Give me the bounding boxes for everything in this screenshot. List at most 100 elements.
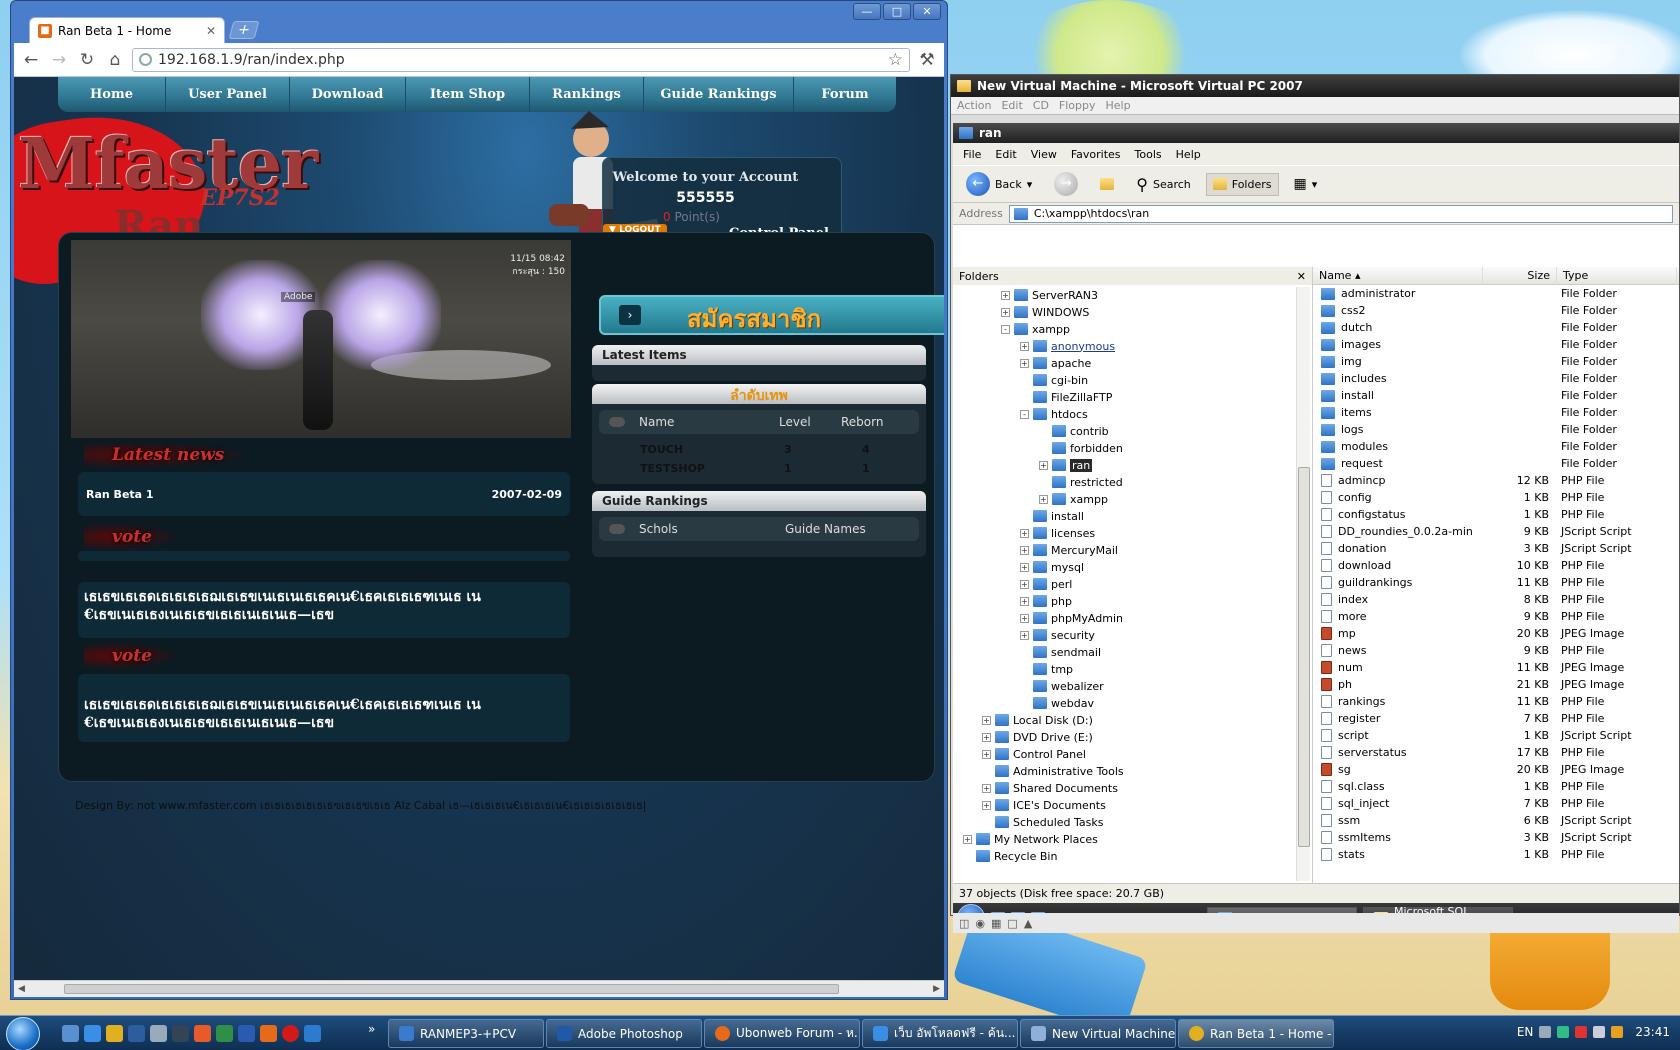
expand-icon[interactable]: + [1020, 528, 1029, 538]
file-row[interactable]: register 7 KB PHP File [1313, 710, 1679, 727]
task-ubonweb[interactable]: Ubonweb Forum - ห... [704, 1019, 860, 1048]
ie-icon[interactable] [84, 1025, 101, 1042]
expand-icon[interactable]: + [1039, 460, 1048, 470]
expand-icon[interactable]: + [982, 783, 991, 793]
folders-button[interactable]: Folders [1205, 172, 1279, 196]
office-icon[interactable] [194, 1025, 211, 1042]
file-row[interactable]: DD_roundies_0.0.2a-min 9 KB JScript Script [1313, 523, 1679, 540]
vpc-menu-edit[interactable]: Edit [1001, 99, 1022, 112]
tree-item[interactable]: + xampp [1039, 491, 1108, 507]
expand-icon[interactable]: + [1020, 579, 1029, 589]
forward-button[interactable]: → [1047, 167, 1085, 201]
tree-item[interactable]: + ServerRAN3 [1001, 287, 1098, 303]
expand-icon[interactable]: + [1020, 358, 1029, 368]
up-folder-button[interactable] [1093, 173, 1121, 195]
tree-item[interactable]: forbidden [1039, 440, 1123, 456]
nav-guide-rankings[interactable]: Guide Rankings [644, 77, 794, 112]
scroll-right-icon[interactable]: ▶ [933, 984, 940, 994]
expand-icon[interactable]: + [982, 732, 991, 742]
tree-item[interactable]: contrib [1039, 423, 1109, 439]
expand-icon[interactable]: + [1001, 290, 1010, 300]
back-button[interactable]: ← Back ▾ [959, 167, 1039, 201]
forward-arrow-icon[interactable]: → [48, 49, 70, 71]
nav-user-panel[interactable]: User Panel [166, 77, 290, 112]
tray-volume-icon[interactable] [1593, 1026, 1606, 1038]
vpc-cd-icon[interactable]: ◉ [975, 917, 985, 930]
task-ran-home[interactable]: Ran Beta 1 - Home - ... [1178, 1019, 1334, 1048]
explorer-menu-tools[interactable]: Tools [1135, 148, 1162, 161]
file-row[interactable]: logs File Folder [1313, 421, 1679, 438]
nav-forum[interactable]: Forum [794, 77, 896, 112]
file-row[interactable]: ssmItems 3 KB JScript Script [1313, 829, 1679, 846]
expand-icon[interactable]: + [982, 800, 991, 810]
file-row[interactable]: sql_inject 7 KB PHP File [1313, 795, 1679, 812]
reload-icon[interactable]: ↻ [76, 49, 98, 71]
tree-scrollbar-thumb[interactable] [1298, 467, 1310, 847]
tree-item[interactable]: webalizer [1020, 678, 1104, 694]
tree-item[interactable]: cgi-bin [1020, 372, 1088, 388]
expand-icon[interactable]: + [963, 834, 972, 844]
tree-item[interactable]: + MercuryMail [1020, 542, 1118, 558]
expand-icon[interactable]: + [1020, 613, 1029, 623]
vpc-network-icon[interactable]: ▲ [1024, 917, 1032, 930]
tree-item[interactable]: sendmail [1020, 644, 1101, 660]
tree-item[interactable]: + Shared Documents [982, 780, 1118, 796]
minimize-button[interactable]: — [853, 3, 881, 20]
task-ranmep3[interactable]: RANMEP3-+PCV [388, 1019, 544, 1048]
task-photoshop[interactable]: Adobe Photoshop [546, 1019, 702, 1048]
file-row[interactable]: mp 20 KB JPEG Image [1313, 625, 1679, 642]
chrome-icon[interactable] [106, 1025, 123, 1042]
expand-icon[interactable]: + [1020, 596, 1029, 606]
file-row[interactable]: rankings 11 KB PHP File [1313, 693, 1679, 710]
tree-item[interactable]: + apache [1020, 355, 1091, 371]
file-row[interactable]: index 8 KB PHP File [1313, 591, 1679, 608]
task-virtual-machine[interactable]: New Virtual Machine ... [1020, 1019, 1176, 1048]
close-button[interactable]: ✕ [913, 3, 941, 20]
file-row[interactable]: donation 3 KB JScript Script [1313, 540, 1679, 557]
news-title[interactable]: Ran Beta 1 [86, 488, 154, 501]
task-upload[interactable]: เว็บ อัพโหลดฟรี - ค้น... [862, 1019, 1018, 1048]
tree-item[interactable]: install [1020, 508, 1084, 524]
file-row[interactable]: install File Folder [1313, 387, 1679, 404]
news-item[interactable]: Ran Beta 1 2007-02-09 [78, 472, 570, 516]
tree-item[interactable]: + php [1020, 593, 1072, 609]
tree-item[interactable]: + perl [1020, 576, 1072, 592]
file-row[interactable]: download 10 KB PHP File [1313, 557, 1679, 574]
tree-item[interactable]: tmp [1020, 661, 1073, 677]
file-row[interactable]: request File Folder [1313, 455, 1679, 472]
expand-icon[interactable]: + [1039, 494, 1048, 504]
url-input[interactable] [158, 51, 882, 68]
file-row[interactable]: configstatus 1 KB PHP File [1313, 506, 1679, 523]
tree-item[interactable]: + security [1020, 627, 1095, 643]
start-orb-icon[interactable] [6, 1017, 40, 1050]
nav-download[interactable]: Download [290, 77, 406, 112]
col-type-header[interactable]: Type [1557, 267, 1677, 285]
more-icons-chevron-icon[interactable]: » [368, 1022, 375, 1036]
explorer-menu-help[interactable]: Help [1176, 148, 1201, 161]
language-indicator[interactable]: EN [1517, 1025, 1534, 1039]
nav-rankings[interactable]: Rankings [530, 77, 644, 112]
new-tab-button[interactable]: + [228, 21, 260, 39]
expand-icon[interactable]: + [1001, 307, 1010, 317]
nav-item-shop[interactable]: Item Shop [406, 77, 530, 112]
file-row[interactable]: stats 1 KB PHP File [1313, 846, 1679, 863]
horizontal-scrollbar[interactable]: ◀ ▶ [14, 980, 944, 997]
explorer-menu-view[interactable]: View [1031, 148, 1057, 161]
tree-item[interactable]: + ICE's Documents [982, 797, 1106, 813]
browser-tab[interactable]: ■ Ran Beta 1 - Home ✕ [29, 17, 225, 43]
col-size-header[interactable]: Size [1483, 267, 1557, 285]
explorer-menu-file[interactable]: File [963, 148, 981, 161]
tree-item[interactable]: Administrative Tools [982, 763, 1124, 779]
file-row[interactable]: items File Folder [1313, 404, 1679, 421]
file-row[interactable]: sql.class 1 KB PHP File [1313, 778, 1679, 795]
expand-icon[interactable]: + [1020, 562, 1029, 572]
file-row[interactable]: news 9 KB PHP File [1313, 642, 1679, 659]
tray-network-icon[interactable] [1539, 1026, 1552, 1038]
address-field[interactable]: C:\xampp\htdocs\ran [1008, 204, 1673, 223]
vpc-menu-help[interactable]: Help [1106, 99, 1131, 112]
search-button[interactable]: ⚲ Search [1129, 170, 1198, 199]
tool-icon[interactable] [150, 1025, 167, 1042]
wrench-menu-icon[interactable]: ⚒ [916, 49, 938, 71]
file-row[interactable]: ph 21 KB JPEG Image [1313, 676, 1679, 693]
address-bar[interactable]: ☆ [132, 47, 910, 72]
